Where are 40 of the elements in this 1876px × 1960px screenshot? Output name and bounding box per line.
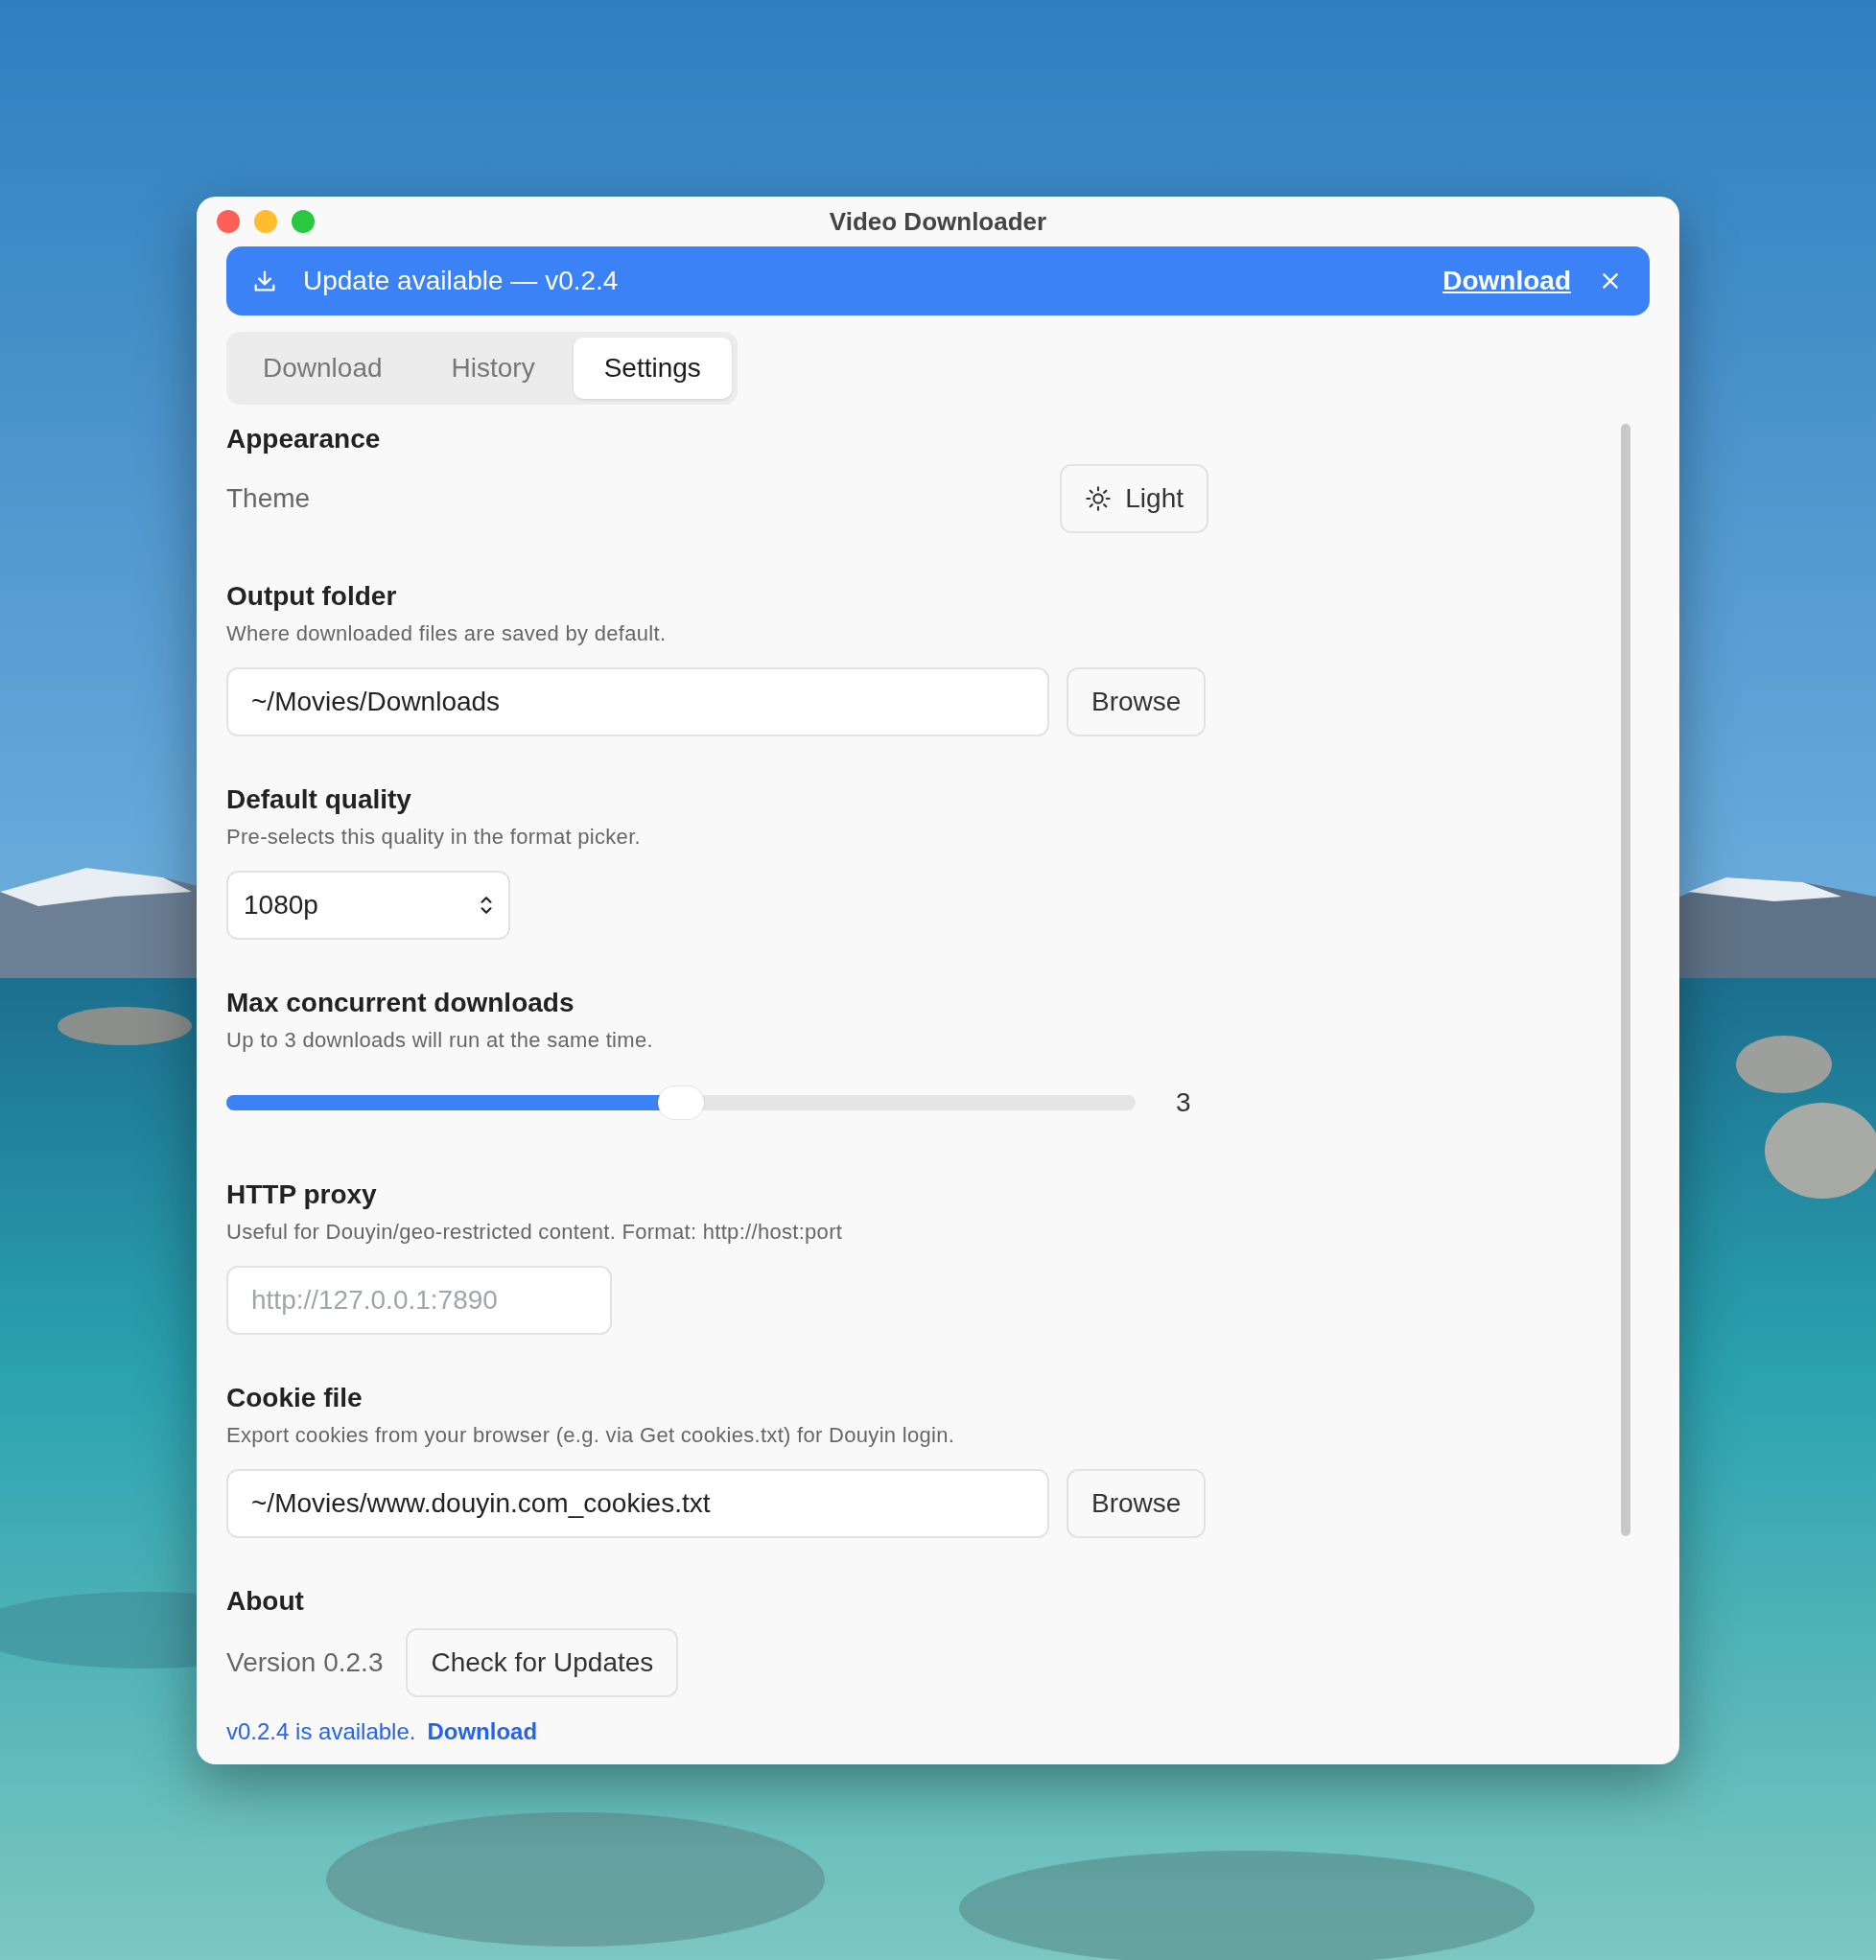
- version-text: Version 0.2.3: [226, 1647, 384, 1678]
- path-field[interactable]: ~/Movies/www.douyin.com_cookies.txt: [226, 1469, 1049, 1538]
- tab[interactable]: Settings: [573, 338, 732, 399]
- update-message: Update available — v0.2.4: [303, 266, 620, 296]
- proxy-field[interactable]: http://127.0.0.1:7890: [226, 1266, 612, 1335]
- slider-thumb[interactable]: [658, 1086, 704, 1119]
- section-description: Pre-selects this quality in the format picker.: [226, 825, 642, 850]
- section-heading: Appearance: [226, 424, 382, 455]
- scrollbar[interactable]: [1621, 424, 1630, 1536]
- path-field[interactable]: ~/Movies/Downloads: [226, 667, 1049, 736]
- section-heading: Max concurrent downloads: [226, 988, 575, 1018]
- section-description: Useful for Douyin/geo-restricted content. Format: http://host:port: [226, 1220, 844, 1245]
- theme-label: Theme: [226, 483, 311, 514]
- section-heading: Cookie file: [226, 1383, 363, 1413]
- theme-button[interactable]: Light: [1060, 464, 1208, 533]
- section-description: Export cookies from your browser (e.g. via Get cookies.txt) for Douyin login.: [226, 1423, 956, 1448]
- browse-button[interactable]: Browse: [1067, 667, 1207, 736]
- browse-button[interactable]: Browse: [1067, 1469, 1207, 1538]
- section-heading: Default quality: [226, 784, 412, 815]
- section-description: Up to 3 downloads will run at the same time.: [226, 1028, 654, 1053]
- section-heading: About: [226, 1586, 305, 1617]
- quality-select[interactable]: 1080p: [226, 871, 510, 940]
- check-updates-button[interactable]: Check for Updates: [406, 1628, 679, 1697]
- minimize-window-button[interactable]: [254, 210, 277, 233]
- sun-icon: [1085, 485, 1113, 512]
- section-description: Where downloaded files are saved by default.: [226, 621, 668, 646]
- close-icon[interactable]: [1600, 270, 1621, 292]
- download-link[interactable]: Download: [1442, 266, 1571, 296]
- close-window-button[interactable]: [217, 210, 240, 233]
- update-notice: v0.2.4 is available.: [226, 1718, 416, 1745]
- window-title: Video Downloader: [829, 206, 1047, 237]
- section-heading: HTTP proxy: [226, 1179, 378, 1210]
- slider-value: 3: [1176, 1087, 1191, 1118]
- slider-track[interactable]: [226, 1095, 1136, 1110]
- section-heading: Output folder: [226, 581, 398, 612]
- tab[interactable]: Download: [232, 338, 413, 399]
- chevron-icon: [480, 895, 493, 916]
- download-link[interactable]: Download: [427, 1718, 538, 1745]
- tab[interactable]: History: [420, 338, 566, 399]
- zoom-window-button[interactable]: [292, 210, 315, 233]
